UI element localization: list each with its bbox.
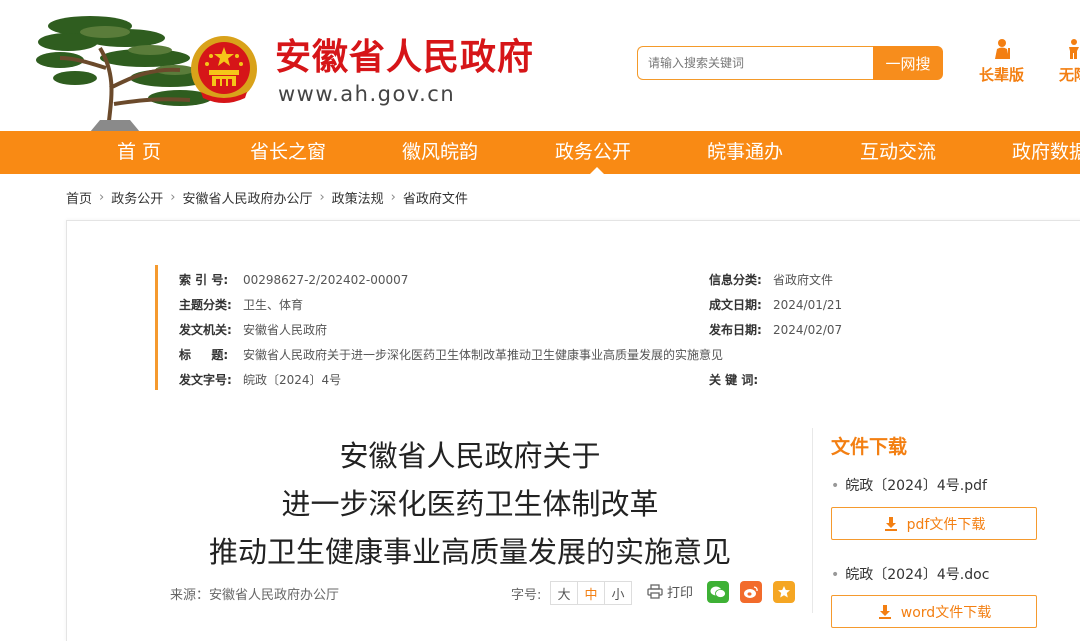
site-header: 安徽省人民政府 www.ah.gov.cn 一网搜 长辈版 无障: [0, 0, 1080, 132]
font-size-small-button[interactable]: 小: [604, 581, 632, 605]
file-name-doc-label: 皖政〔2024〕4号.doc: [845, 567, 990, 583]
file-name-pdf: • 皖政〔2024〕4号.pdf: [831, 475, 987, 495]
file-name-doc: • 皖政〔2024〕4号.doc: [831, 564, 989, 584]
chevron-right-icon: ›: [319, 189, 325, 205]
info-created-value: 2024/01/21: [773, 298, 843, 312]
info-title-label: 标 题:: [179, 348, 229, 362]
pdf-download-button[interactable]: pdf文件下载: [831, 507, 1037, 540]
document-title-line: 安徽省人民政府关于: [339, 439, 601, 473]
search-button[interactable]: 一网搜: [873, 46, 943, 80]
breadcrumb-home[interactable]: 首页: [66, 188, 92, 207]
info-category: 信息分类: 省政府文件: [709, 271, 833, 288]
info-published: 发布日期: 2024/02/07: [709, 321, 842, 338]
accessibility-button[interactable]: 无障: [1059, 38, 1080, 85]
font-size-label: 字号:: [511, 588, 542, 603]
search-input[interactable]: [637, 46, 873, 80]
nav-item-gov-data[interactable]: 政府数据: [1012, 131, 1080, 174]
sidebar-divider: [812, 428, 813, 613]
site-title: 安徽省人民政府: [275, 37, 535, 78]
main-nav: 首 页 省长之窗 徽风皖韵 政务公开 皖事通办 互动交流 政府数据: [0, 131, 1080, 174]
info-published-value: 2024/02/07: [773, 323, 843, 337]
info-title-value: 安徽省人民政府关于进一步深化医药卫生体制改革推动卫生健康事业高质量发展的实施意见: [243, 348, 724, 362]
info-index-label: 索 引 号:: [179, 273, 229, 287]
nav-item-governor[interactable]: 省长之窗: [250, 131, 326, 174]
favorite-button[interactable]: [773, 581, 795, 603]
file-download-title: 文件下载: [831, 436, 908, 458]
print-button[interactable]: 打印: [647, 582, 693, 601]
info-category-label: 信息分类:: [709, 273, 762, 287]
info-created-label: 成文日期:: [709, 298, 762, 312]
weibo-icon: [744, 586, 758, 598]
breadcrumb-office[interactable]: 安徽省人民政府办公厅: [182, 188, 312, 207]
font-size-medium-button[interactable]: 中: [577, 581, 605, 605]
info-created: 成文日期: 2024/01/21: [709, 296, 842, 313]
elderly-mode-button[interactable]: 长辈版: [979, 38, 1024, 85]
chevron-right-icon: ›: [170, 189, 176, 205]
document-title-line: 进一步深化医药卫生体制改革: [281, 487, 659, 521]
breadcrumb-gov-affairs[interactable]: 政务公开: [111, 188, 163, 207]
printer-icon: [647, 584, 663, 599]
info-topic-label: 主题分类:: [179, 298, 232, 312]
info-published-label: 发布日期:: [709, 323, 762, 337]
document-title-line: 推动卫生健康事业高质量发展的实施意见: [208, 535, 731, 569]
info-accent-bar: [155, 265, 158, 390]
share-wechat-button[interactable]: [707, 581, 729, 603]
word-download-button[interactable]: word文件下载: [831, 595, 1037, 628]
nav-item-interaction[interactable]: 互动交流: [860, 131, 936, 174]
pine-tree-logo: [36, 16, 212, 132]
wechat-icon: [710, 586, 726, 598]
chevron-right-icon: ›: [390, 189, 396, 205]
bullet-icon: •: [831, 478, 840, 494]
breadcrumb: 首页 › 政务公开 › 安徽省人民政府办公厅 › 政策法规 › 省政府文件: [66, 187, 468, 207]
info-keywords-label: 关 键 词:: [709, 373, 759, 387]
info-index: 索 引 号: 00298627-2/202402-00007: [179, 271, 408, 288]
nav-item-home[interactable]: 首 页: [117, 131, 161, 174]
info-topic: 主题分类: 卫生、体育: [179, 296, 303, 313]
download-icon: [878, 604, 891, 619]
info-topic-value: 卫生、体育: [243, 298, 304, 312]
print-label: 打印: [667, 586, 694, 601]
info-docno-value: 皖政〔2024〕4号: [243, 373, 342, 387]
info-category-value: 省政府文件: [773, 273, 834, 287]
nav-item-culture[interactable]: 徽风皖韵: [402, 131, 478, 174]
file-name-pdf-label: 皖政〔2024〕4号.pdf: [845, 478, 987, 494]
breadcrumb-provincial-docs[interactable]: 省政府文件: [403, 188, 468, 207]
bullet-icon: •: [831, 567, 840, 583]
download-icon: [884, 516, 897, 531]
accessibility-label: 无障: [1059, 66, 1080, 84]
accessibility-icon: [1069, 39, 1079, 59]
info-title: 标 题: 安徽省人民政府关于进一步深化医药卫生体制改革推动卫生健康事业高质量发展的…: [179, 346, 723, 363]
info-issuer: 发文机关: 安徽省人民政府: [179, 321, 327, 338]
site-url: www.ah.gov.cn: [278, 82, 456, 106]
national-emblem-icon: [191, 36, 257, 103]
pdf-download-label: pdf文件下载: [906, 516, 986, 533]
elderly-icon: [994, 39, 1010, 59]
document-title: 安徽省人民政府关于 进一步深化医药卫生体制改革 推动卫生健康事业高质量发展的实施…: [150, 432, 790, 576]
share-weibo-button[interactable]: [740, 581, 762, 603]
document-source: 来源：安徽省人民政府办公厅: [170, 588, 340, 603]
info-index-value: 00298627-2/202402-00007: [243, 273, 409, 287]
font-size-large-button[interactable]: 大: [550, 581, 578, 605]
nav-active-indicator: [590, 167, 604, 174]
breadcrumb-policy[interactable]: 政策法规: [332, 188, 384, 207]
info-issuer-value: 安徽省人民政府: [243, 323, 328, 337]
info-docno-label: 发文字号:: [179, 373, 232, 387]
font-size-switcher: 大 中 小: [550, 581, 632, 605]
chevron-right-icon: ›: [99, 189, 105, 205]
star-icon: [778, 586, 790, 598]
info-issuer-label: 发文机关:: [179, 323, 232, 337]
word-download-label: word文件下载: [900, 604, 992, 621]
info-docno: 发文字号: 皖政〔2024〕4号: [179, 371, 341, 388]
info-keywords: 关 键 词:: [709, 371, 773, 388]
nav-item-services[interactable]: 皖事通办: [707, 131, 783, 174]
elderly-mode-label: 长辈版: [979, 66, 1025, 84]
